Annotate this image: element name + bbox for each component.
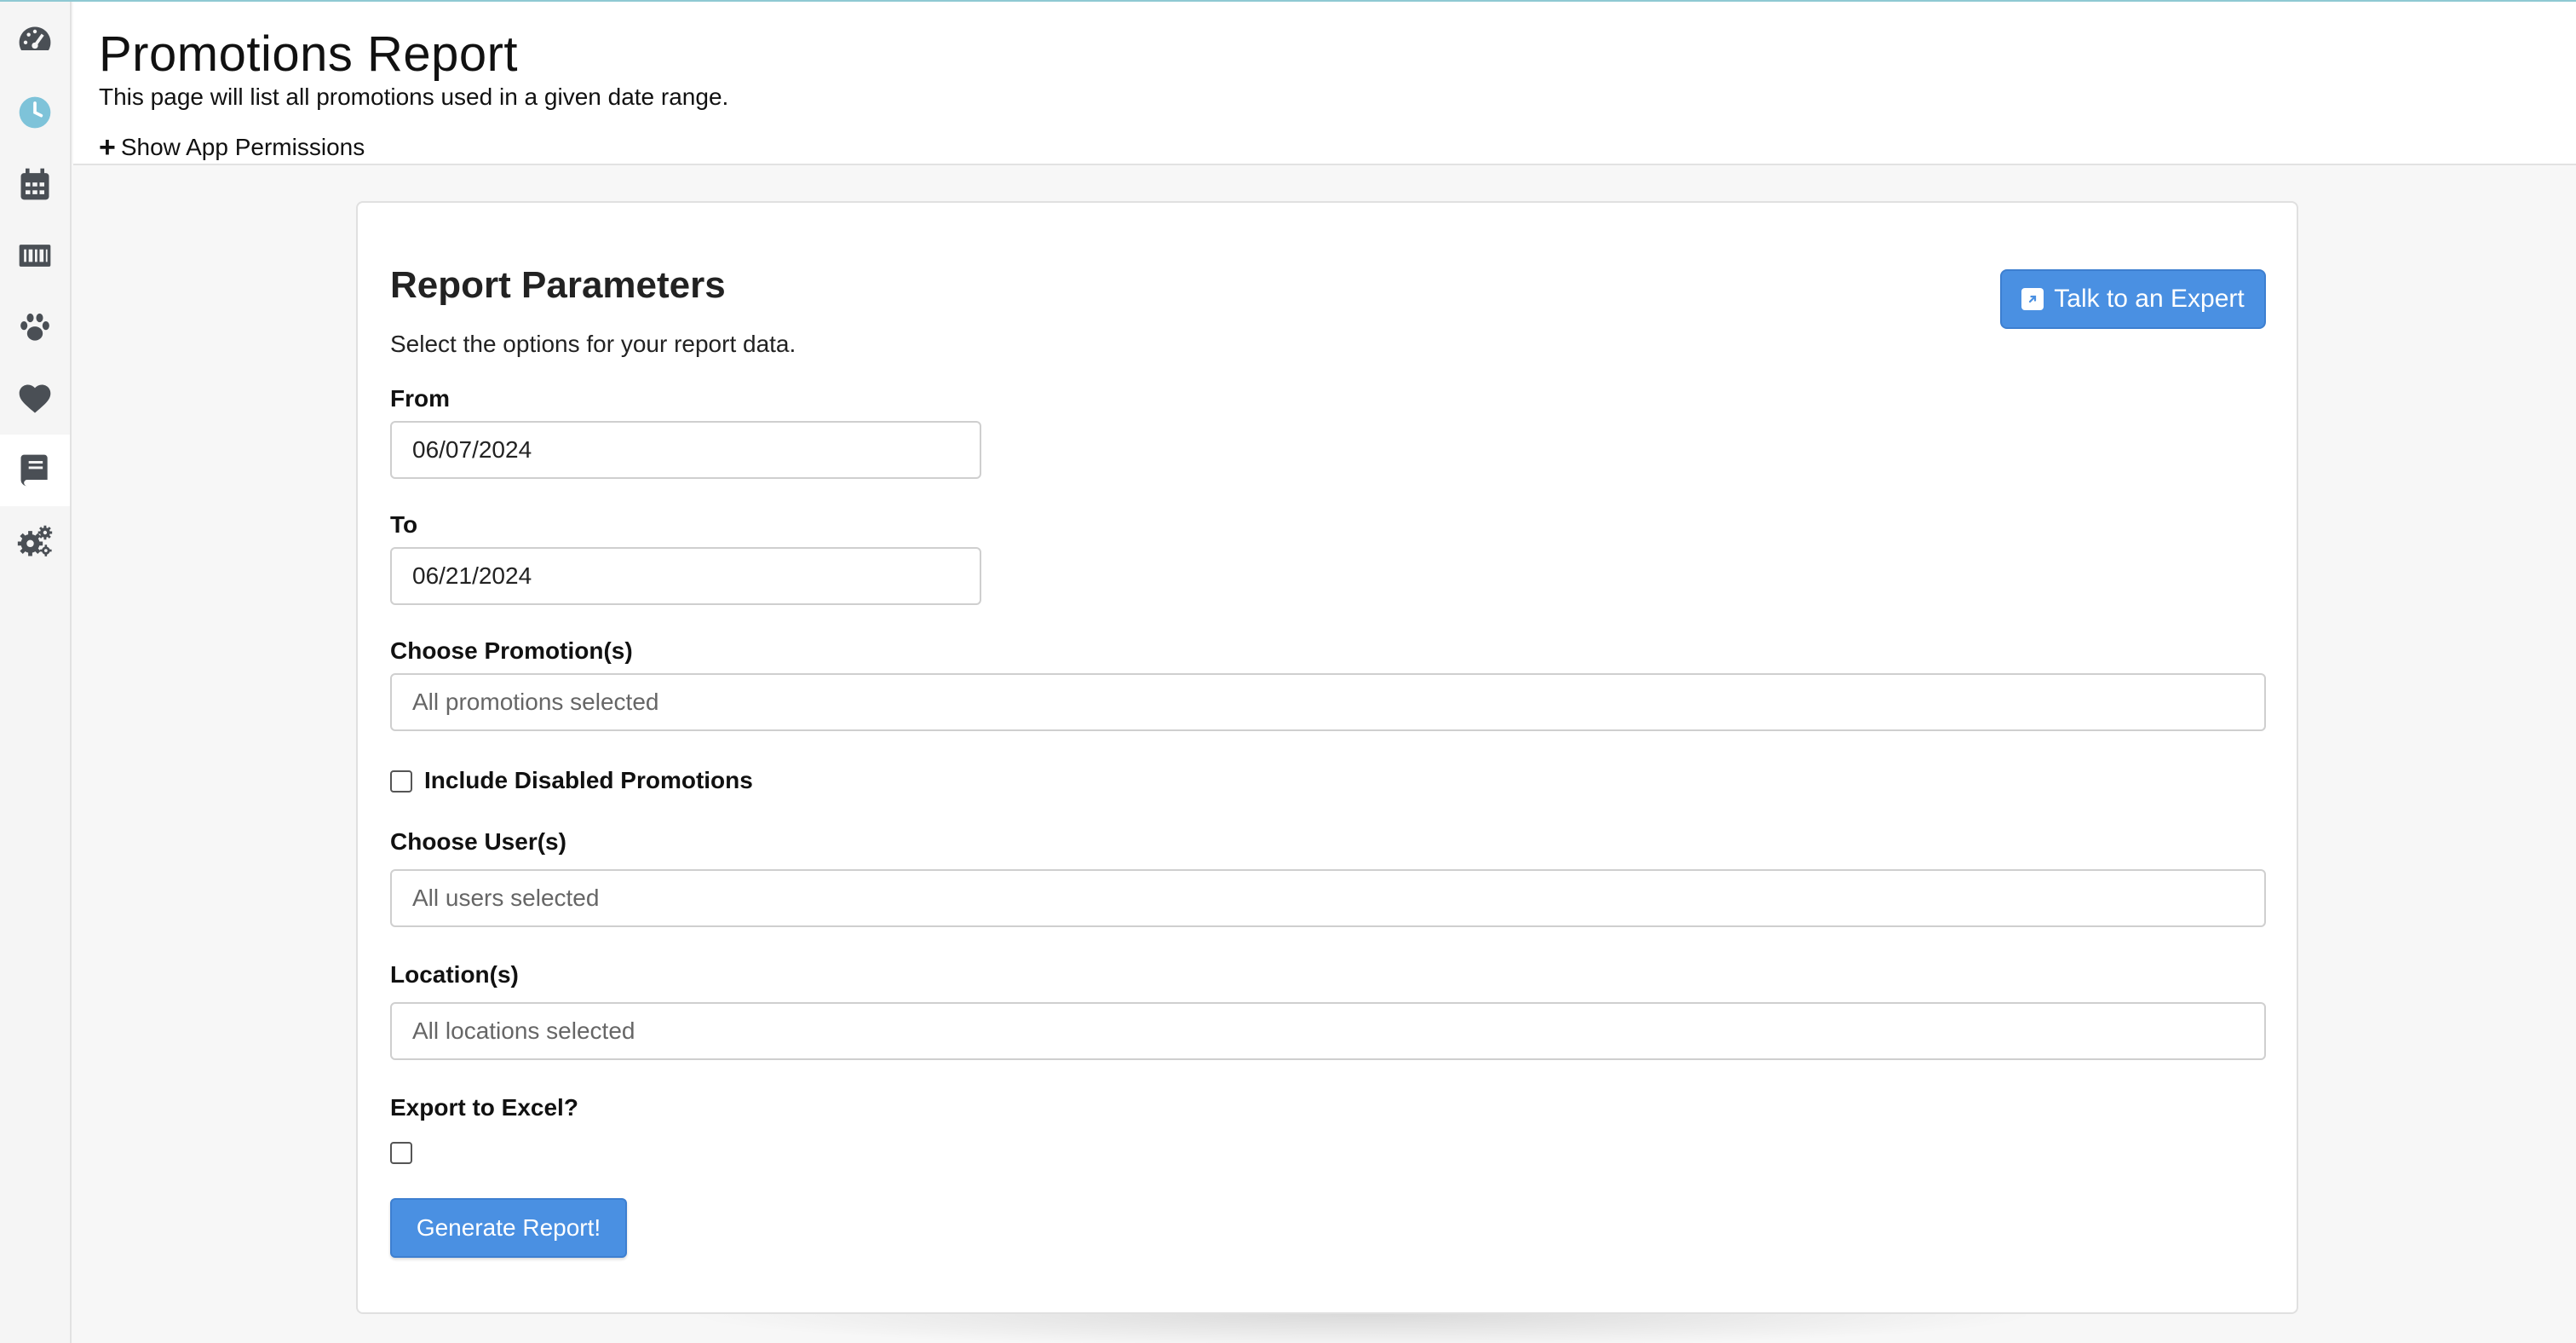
sidebar [0,2,72,1343]
sidebar-item-clock[interactable] [0,77,70,148]
page-title: Promotions Report [99,26,519,82]
talk-to-expert-label: Talk to an Expert [2054,285,2245,313]
page-subtitle: This page will list all promotions used … [99,84,729,110]
include-disabled-checkbox[interactable] [390,770,412,793]
clock-icon [19,96,51,129]
report-parameters-card: Report Parameters Select the options for… [356,201,2298,1314]
paw-icon [20,313,49,341]
to-date-input[interactable] [390,547,981,605]
users-label: Choose User(s) [390,828,566,855]
sidebar-item-favorites[interactable] [0,363,70,435]
include-disabled-label: Include Disabled Promotions [424,767,753,793]
locations-label: Location(s) [390,961,519,988]
promotions-select[interactable] [390,673,2266,731]
heart-icon [19,384,51,413]
show-permissions-toggle[interactable]: + Show App Permissions [99,133,365,162]
export-excel-checkbox[interactable] [390,1142,412,1164]
locations-select[interactable] [390,1002,2266,1060]
talk-to-expert-button[interactable]: Talk to an Expert [2000,269,2266,329]
from-label: From [390,385,450,412]
export-label: Export to Excel? [390,1094,578,1121]
page-header: Promotions Report This page will list al… [73,2,2576,165]
sidebar-item-settings[interactable] [0,506,70,578]
sidebar-item-dashboard[interactable] [0,5,70,77]
generate-report-button[interactable]: Generate Report! [390,1198,627,1258]
sidebar-item-calendar[interactable] [0,148,70,220]
sidebar-item-barcode[interactable] [0,220,70,291]
external-link-icon [2021,288,2044,310]
book-icon [20,454,48,487]
sidebar-item-pets[interactable] [0,291,70,363]
card-title: Report Parameters [390,264,726,306]
card-shadow [681,1314,2044,1343]
sidebar-item-reports[interactable] [0,435,70,506]
barcode-icon [19,245,51,267]
users-select[interactable] [390,869,2266,927]
plus-icon: + [99,131,116,164]
calendar-icon [20,168,49,200]
promotions-label: Choose Promotion(s) [390,637,633,664]
to-label: To [390,511,418,538]
show-permissions-label: Show App Permissions [120,134,365,160]
dashboard-gauge-icon [19,26,51,50]
card-description: Select the options for your report data. [390,331,796,357]
gears-icon [17,525,53,556]
from-date-input[interactable] [390,421,981,479]
